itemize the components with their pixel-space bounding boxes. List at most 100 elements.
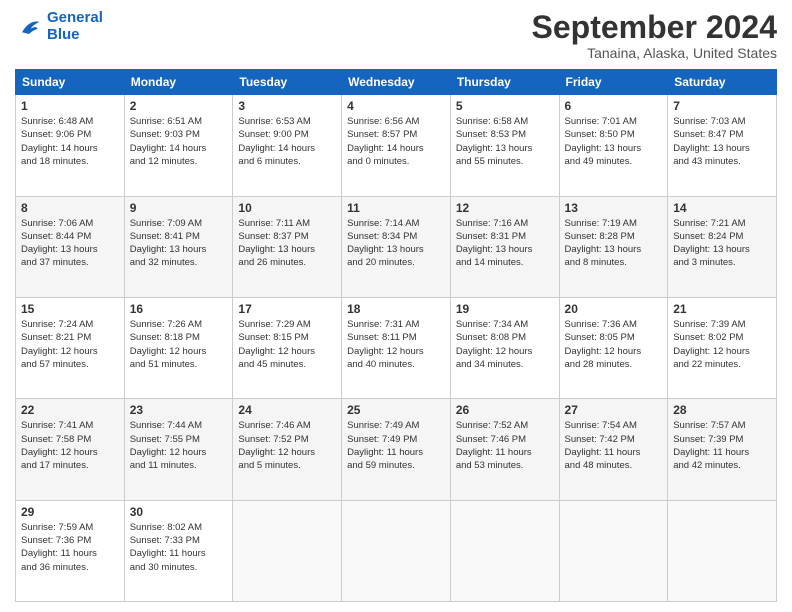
calendar-cell: 19 Sunrise: 7:34 AM Sunset: 8:08 PM Dayli… (450, 297, 559, 398)
day-number: 14 (673, 201, 771, 215)
day-info: Sunrise: 7:03 AM Sunset: 8:47 PM Dayligh… (673, 115, 771, 168)
calendar-cell: 15 Sunrise: 7:24 AM Sunset: 8:21 PM Dayli… (16, 297, 125, 398)
day-info: Sunrise: 7:59 AM Sunset: 7:36 PM Dayligh… (21, 521, 119, 574)
calendar-cell: 23Sunrise: 7:44 AM Sunset: 7:55 PM Dayli… (124, 399, 233, 500)
day-info: Sunrise: 7:21 AM Sunset: 8:24 PM Dayligh… (673, 217, 771, 270)
day-info: Sunrise: 6:56 AM Sunset: 8:57 PM Dayligh… (347, 115, 445, 168)
calendar-cell (342, 500, 451, 601)
calendar-header-row: SundayMondayTuesdayWednesdayThursdayFrid… (16, 70, 777, 95)
calendar-cell: 16 Sunrise: 7:26 AM Sunset: 8:18 PM Dayli… (124, 297, 233, 398)
day-info: Sunrise: 7:19 AM Sunset: 8:28 PM Dayligh… (565, 217, 663, 270)
calendar-cell: 17Sunrise: 7:29 AM Sunset: 8:15 PM Dayli… (233, 297, 342, 398)
logo: General Blue (15, 10, 103, 43)
calendar-cell: 27 Sunrise: 7:54 AM Sunset: 7:42 PM Dayli… (559, 399, 668, 500)
day-number: 27 (565, 403, 663, 417)
title-block: September 2024 Tanaina, Alaska, United S… (532, 10, 777, 61)
day-info: Sunrise: 7:46 AM Sunset: 7:52 PM Dayligh… (238, 419, 336, 472)
day-header-saturday: Saturday (668, 70, 777, 95)
location: Tanaina, Alaska, United States (532, 45, 777, 61)
day-info: Sunrise: 7:26 AM Sunset: 8:18 PM Dayligh… (130, 318, 228, 371)
day-number: 20 (565, 302, 663, 316)
calendar-week-3: 15 Sunrise: 7:24 AM Sunset: 8:21 PM Dayli… (16, 297, 777, 398)
day-info: Sunrise: 7:41 AM Sunset: 7:58 PM Dayligh… (21, 419, 119, 472)
day-info: Sunrise: 7:14 AM Sunset: 8:34 PM Dayligh… (347, 217, 445, 270)
day-info: Sunrise: 7:16 AM Sunset: 8:31 PM Dayligh… (456, 217, 554, 270)
day-info: Sunrise: 7:24 AM Sunset: 8:21 PM Dayligh… (21, 318, 119, 371)
calendar-cell: 3 Sunrise: 6:53 AM Sunset: 9:00 PM Daylig… (233, 95, 342, 196)
day-number: 30 (130, 505, 228, 519)
calendar-cell (233, 500, 342, 601)
calendar-cell: 6 Sunrise: 7:01 AM Sunset: 8:50 PM Daylig… (559, 95, 668, 196)
day-number: 13 (565, 201, 663, 215)
day-number: 6 (565, 99, 663, 113)
calendar-week-1: 1 Sunrise: 6:48 AM Sunset: 9:06 PM Daylig… (16, 95, 777, 196)
day-number: 21 (673, 302, 771, 316)
day-number: 9 (130, 201, 228, 215)
day-number: 3 (238, 99, 336, 113)
calendar-cell: 12 Sunrise: 7:16 AM Sunset: 8:31 PM Dayli… (450, 196, 559, 297)
calendar-cell: 5 Sunrise: 6:58 AM Sunset: 8:53 PM Daylig… (450, 95, 559, 196)
logo-text: General Blue (47, 10, 103, 43)
day-info: Sunrise: 6:58 AM Sunset: 8:53 PM Dayligh… (456, 115, 554, 168)
header: General Blue September 2024 Tanaina, Ala… (15, 10, 777, 61)
calendar-cell: 25Sunrise: 7:49 AM Sunset: 7:49 PM Dayli… (342, 399, 451, 500)
day-info: Sunrise: 7:01 AM Sunset: 8:50 PM Dayligh… (565, 115, 663, 168)
day-info: Sunrise: 6:48 AM Sunset: 9:06 PM Dayligh… (21, 115, 119, 168)
day-info: Sunrise: 7:39 AM Sunset: 8:02 PM Dayligh… (673, 318, 771, 371)
day-info: Sunrise: 7:06 AM Sunset: 8:44 PM Dayligh… (21, 217, 119, 270)
day-number: 5 (456, 99, 554, 113)
calendar-cell: 20 Sunrise: 7:36 AM Sunset: 8:05 PM Dayli… (559, 297, 668, 398)
day-info: Sunrise: 7:11 AM Sunset: 8:37 PM Dayligh… (238, 217, 336, 270)
day-info: Sunrise: 7:54 AM Sunset: 7:42 PM Dayligh… (565, 419, 663, 472)
calendar-cell: 2 Sunrise: 6:51 AM Sunset: 9:03 PM Daylig… (124, 95, 233, 196)
day-header-thursday: Thursday (450, 70, 559, 95)
day-number: 17 (238, 302, 336, 316)
day-info: Sunrise: 7:57 AM Sunset: 7:39 PM Dayligh… (673, 419, 771, 472)
day-number: 29 (21, 505, 119, 519)
day-info: Sunrise: 6:53 AM Sunset: 9:00 PM Dayligh… (238, 115, 336, 168)
calendar-cell (450, 500, 559, 601)
day-info: Sunrise: 7:52 AM Sunset: 7:46 PM Dayligh… (456, 419, 554, 472)
calendar-table: SundayMondayTuesdayWednesdayThursdayFrid… (15, 69, 777, 602)
day-number: 24 (238, 403, 336, 417)
calendar-week-5: 29 Sunrise: 7:59 AM Sunset: 7:36 PM Dayli… (16, 500, 777, 601)
calendar-cell: 22 Sunrise: 7:41 AM Sunset: 7:58 PM Dayli… (16, 399, 125, 500)
day-info: Sunrise: 8:02 AM Sunset: 7:33 PM Dayligh… (130, 521, 228, 574)
day-number: 8 (21, 201, 119, 215)
day-number: 7 (673, 99, 771, 113)
day-number: 22 (21, 403, 119, 417)
day-number: 28 (673, 403, 771, 417)
day-number: 16 (130, 302, 228, 316)
day-info: Sunrise: 7:34 AM Sunset: 8:08 PM Dayligh… (456, 318, 554, 371)
calendar-cell: 1 Sunrise: 6:48 AM Sunset: 9:06 PM Daylig… (16, 95, 125, 196)
logo-icon (15, 13, 43, 41)
day-info: Sunrise: 7:09 AM Sunset: 8:41 PM Dayligh… (130, 217, 228, 270)
day-info: Sunrise: 7:31 AM Sunset: 8:11 PM Dayligh… (347, 318, 445, 371)
calendar-cell: 18 Sunrise: 7:31 AM Sunset: 8:11 PM Dayli… (342, 297, 451, 398)
calendar-cell: 28 Sunrise: 7:57 AM Sunset: 7:39 PM Dayli… (668, 399, 777, 500)
day-number: 4 (347, 99, 445, 113)
day-number: 18 (347, 302, 445, 316)
calendar-cell: 9 Sunrise: 7:09 AM Sunset: 8:41 PM Daylig… (124, 196, 233, 297)
calendar-cell: 7 Sunrise: 7:03 AM Sunset: 8:47 PM Daylig… (668, 95, 777, 196)
day-number: 2 (130, 99, 228, 113)
day-number: 19 (456, 302, 554, 316)
calendar-cell: 10Sunrise: 7:11 AM Sunset: 8:37 PM Dayli… (233, 196, 342, 297)
calendar-cell: 26 Sunrise: 7:52 AM Sunset: 7:46 PM Dayli… (450, 399, 559, 500)
day-header-monday: Monday (124, 70, 233, 95)
day-header-tuesday: Tuesday (233, 70, 342, 95)
calendar-cell (668, 500, 777, 601)
calendar-cell: 13 Sunrise: 7:19 AM Sunset: 8:28 PM Dayli… (559, 196, 668, 297)
calendar-cell: 30 Sunrise: 8:02 AM Sunset: 7:33 PM Dayli… (124, 500, 233, 601)
day-number: 1 (21, 99, 119, 113)
day-info: Sunrise: 7:49 AM Sunset: 7:49 PM Dayligh… (347, 419, 445, 472)
month-title: September 2024 (532, 10, 777, 45)
day-number: 15 (21, 302, 119, 316)
day-number: 26 (456, 403, 554, 417)
day-info: Sunrise: 7:36 AM Sunset: 8:05 PM Dayligh… (565, 318, 663, 371)
day-header-friday: Friday (559, 70, 668, 95)
day-number: 12 (456, 201, 554, 215)
calendar-page: General Blue September 2024 Tanaina, Ala… (0, 0, 792, 612)
day-info: Sunrise: 6:51 AM Sunset: 9:03 PM Dayligh… (130, 115, 228, 168)
calendar-cell: 14 Sunrise: 7:21 AM Sunset: 8:24 PM Dayli… (668, 196, 777, 297)
